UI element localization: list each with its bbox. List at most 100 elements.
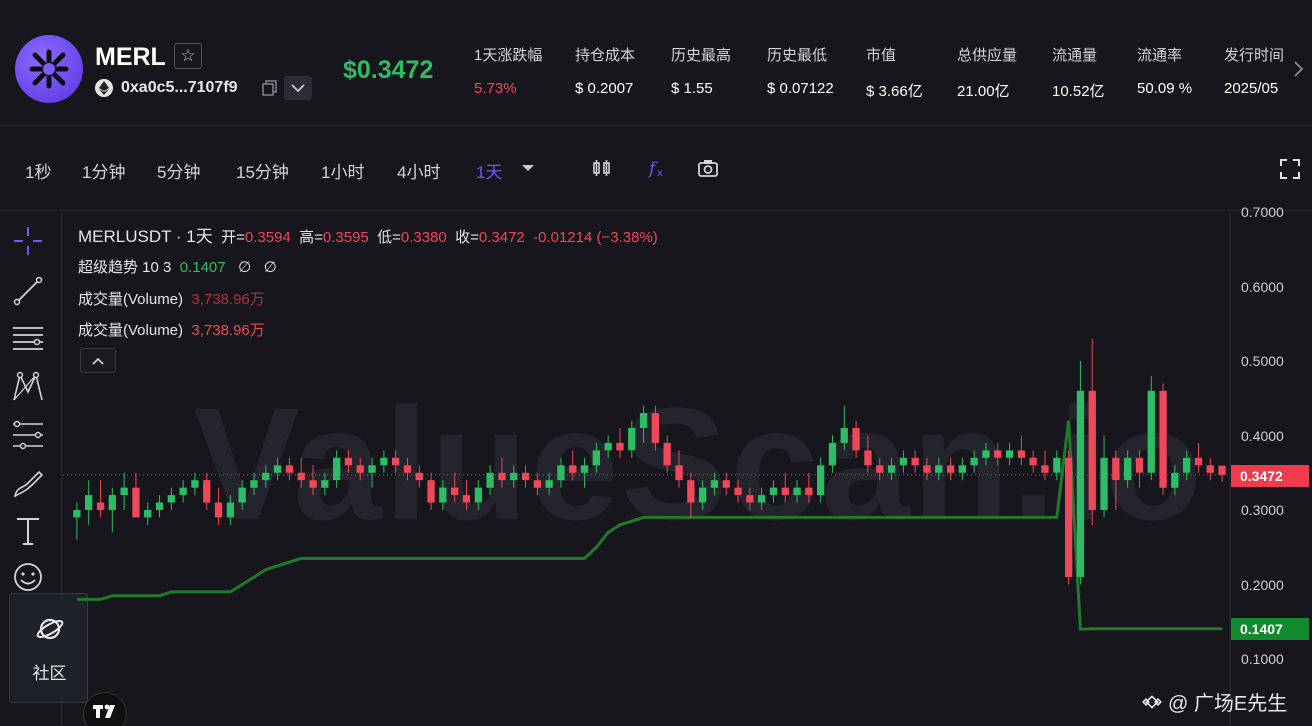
timeframe-1d[interactable]: 1天	[476, 158, 502, 183]
timeframe-15m[interactable]: 15分钟	[236, 158, 289, 183]
supertrend-row[interactable]: 超级趋势 10 3 0.1407 ∅ ∅	[78, 256, 277, 277]
fib-retracement-icon[interactable]	[11, 418, 45, 452]
candle-body	[663, 442, 671, 466]
timeframe-1h[interactable]: 1小时	[321, 158, 364, 183]
timeframe-5m[interactable]: 5分钟	[157, 158, 200, 183]
volume-value-1: 3,738.96万	[191, 291, 265, 308]
fullscreen-icon[interactable]	[1279, 158, 1301, 180]
candle	[1183, 450, 1191, 481]
candle-body	[474, 487, 482, 503]
candle-body	[923, 465, 931, 473]
candle	[687, 472, 695, 518]
candle-body	[273, 465, 282, 473]
screenshot-camera-icon[interactable]	[697, 157, 719, 179]
candle	[368, 457, 376, 488]
candle-body	[828, 442, 837, 466]
high-value: 0.3595	[322, 229, 369, 246]
merl-logo-icon	[29, 49, 69, 89]
volume-row-2[interactable]: 成交量(Volume) 3,738.96万	[78, 319, 265, 340]
candle-body	[1088, 390, 1096, 510]
indicators-fx-icon[interactable]: fx	[646, 157, 668, 179]
candle	[1100, 435, 1108, 518]
stat-24h-change: 1天涨跌幅 5.73%	[474, 47, 543, 97]
candle-body	[462, 495, 471, 503]
candle-body	[214, 502, 223, 518]
emoji-icon[interactable]	[11, 560, 45, 594]
candle-body	[403, 465, 412, 473]
legend-collapse-button[interactable]	[80, 348, 116, 373]
candle-body	[628, 428, 636, 451]
volume-value-2: 3,738.96万	[191, 322, 265, 339]
candle-body	[120, 487, 128, 495]
timeframe-1m[interactable]: 1分钟	[82, 158, 125, 183]
candle	[604, 435, 612, 458]
candle	[144, 502, 152, 525]
candle	[344, 450, 353, 473]
candle	[1017, 435, 1025, 466]
candle-body	[805, 487, 813, 495]
candle	[191, 472, 199, 496]
timeframe-dropdown-icon[interactable]	[520, 160, 542, 182]
candle	[675, 450, 683, 488]
token-header: MERL ☆ 0xa0c5...7107f9 $0.3472 1天涨跌幅 5.7…	[0, 0, 1312, 126]
candle-body	[557, 465, 565, 481]
candle-body	[793, 487, 801, 495]
stats-scroll-right-icon[interactable]	[1292, 60, 1306, 80]
candle	[333, 450, 341, 488]
candle-body	[344, 457, 353, 466]
contract-address: 0xa0c5...7107f9	[121, 79, 238, 96]
candle	[486, 465, 494, 496]
stat-circulating-supply: 流通量 10.52亿	[1052, 47, 1105, 100]
candle	[982, 442, 990, 466]
candle	[864, 435, 872, 473]
favorite-star-icon[interactable]: ☆	[174, 43, 202, 69]
candle-body	[498, 472, 506, 481]
horizontal-lines-icon[interactable]	[11, 322, 45, 356]
candle-body	[1194, 457, 1203, 466]
candle	[403, 457, 412, 481]
candle-body	[604, 442, 612, 451]
text-tool-icon[interactable]	[11, 514, 45, 548]
candle	[179, 480, 187, 503]
crosshair-icon[interactable]	[11, 224, 45, 258]
candle	[746, 487, 754, 510]
candle	[876, 457, 884, 481]
candle-style-icon[interactable]	[591, 157, 613, 179]
stat-all-time-low: 历史最低 $ 0.07122	[767, 47, 834, 97]
candle	[899, 450, 907, 473]
candle	[203, 472, 211, 510]
candle-body	[616, 442, 624, 451]
trend-line-icon[interactable]	[11, 274, 45, 308]
timeframe-4h[interactable]: 4小时	[397, 158, 440, 183]
chevron-down-icon	[291, 83, 305, 92]
candle-body	[675, 465, 683, 481]
timeframe-1s[interactable]: 1秒	[25, 158, 51, 183]
candle	[994, 442, 1002, 466]
candle	[250, 472, 258, 496]
candle-body	[1147, 390, 1155, 473]
candle	[710, 472, 719, 496]
candle	[73, 502, 81, 540]
candle	[793, 480, 801, 503]
candle	[415, 465, 423, 488]
candle-body	[899, 457, 907, 466]
token-name: MERL	[95, 43, 166, 71]
candle-body	[392, 457, 400, 466]
candle-body	[1100, 457, 1108, 510]
volume-row-1[interactable]: 成交量(Volume) 3,738.96万	[78, 288, 265, 309]
stat-total-supply: 总供应量 21.00亿	[957, 47, 1018, 100]
candle	[262, 465, 270, 488]
candle-body	[840, 428, 848, 443]
address-dropdown-button[interactable]	[284, 76, 312, 100]
pattern-xabcd-icon[interactable]	[11, 370, 45, 404]
candle	[498, 457, 506, 488]
candle	[616, 428, 624, 458]
candle-body	[415, 472, 423, 481]
candle	[297, 457, 305, 488]
candle-body	[970, 457, 978, 466]
candle-body	[758, 495, 766, 503]
ohlc-row: MERLUSDT · 1天 开=0.3594 高=0.3595 低=0.3380…	[78, 227, 658, 246]
copy-icon[interactable]	[262, 80, 278, 96]
candle	[734, 480, 742, 503]
brush-icon[interactable]	[11, 466, 45, 500]
